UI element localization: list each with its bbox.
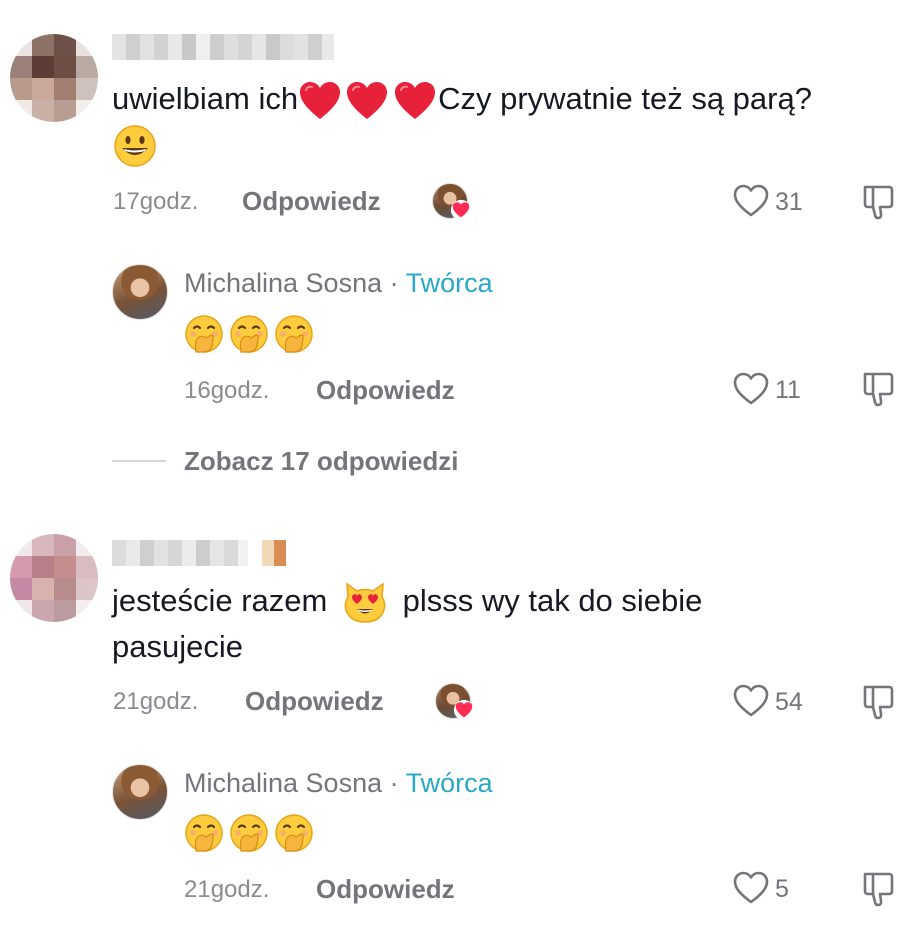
creator-tag: Twórca (405, 268, 493, 298)
reply-emoji-row (184, 813, 314, 858)
like-heart-icon[interactable] (733, 871, 769, 905)
separator-dot: · (389, 268, 399, 298)
comment-text-part: uwielbiam ich (112, 81, 299, 116)
reply-button[interactable]: Odpowiedz (316, 375, 455, 406)
heart-emoji (395, 81, 436, 119)
like-count: 11 (775, 376, 801, 404)
like-heart-icon[interactable] (733, 184, 769, 218)
creator-liked-badge-icon (453, 699, 475, 721)
hand-over-mouth-emoji (230, 315, 268, 353)
commenter-username-blurred[interactable] (112, 34, 344, 60)
heart-eyes-cat-emoji (344, 582, 386, 623)
hand-over-mouth-emoji (185, 315, 223, 353)
like-heart-icon[interactable] (733, 372, 769, 406)
dislike-icon[interactable] (860, 870, 896, 908)
creator-liked-badge (432, 183, 474, 223)
reply-button[interactable]: Odpowiedz (245, 686, 384, 717)
creator-name[interactable]: Michalina Sosna (184, 768, 382, 798)
commenter-username-blurred[interactable] (112, 540, 290, 566)
creator-name[interactable]: Michalina Sosna (184, 268, 382, 298)
creator-avatar[interactable] (112, 764, 168, 820)
comment-time: 21godz. (113, 688, 199, 715)
commenter-avatar[interactable] (10, 534, 98, 622)
like-count: 54 (775, 688, 803, 716)
comment-text-part: Czy prywatnie też są parą? (438, 81, 812, 116)
like-count: 31 (775, 188, 803, 216)
reply-time: 21godz. (184, 876, 270, 903)
commenter-avatar[interactable] (10, 34, 98, 122)
comment-time: 17godz. (113, 188, 199, 215)
creator-tag: Twórca (405, 768, 493, 798)
creator-liked-badge (435, 683, 477, 723)
creator-avatar[interactable] (112, 264, 168, 320)
reply-button[interactable]: Odpowiedz (316, 874, 455, 905)
reply-button[interactable]: Odpowiedz (242, 186, 381, 217)
hand-over-mouth-emoji (275, 814, 313, 852)
heart-emoji (347, 81, 388, 119)
comment-text: jesteście razem plsss wy tak do siebie (112, 578, 702, 625)
dislike-icon[interactable] (860, 183, 896, 221)
grinning-face-emoji (114, 125, 156, 167)
hand-over-mouth-emoji (185, 814, 223, 852)
like-heart-icon[interactable] (733, 684, 769, 718)
creator-liked-badge-icon (450, 199, 472, 221)
dislike-icon[interactable] (860, 370, 896, 408)
comment-text-line2: pasujecie (112, 629, 243, 664)
reply-time: 16godz. (184, 377, 270, 404)
reply-emoji-row (184, 314, 314, 359)
like-count: 5 (775, 875, 789, 903)
creator-name-row: Michalina Sosna · Twórca (184, 268, 493, 299)
heart-emoji (300, 81, 341, 119)
view-replies-button[interactable]: Zobacz 17 odpowiedzi (184, 446, 458, 477)
hand-over-mouth-emoji (230, 814, 268, 852)
replies-divider (112, 460, 166, 462)
comment-text-part: jesteście razem (112, 583, 328, 618)
comment-text: uwielbiam ich Czy prywatnie też są parą? (112, 76, 812, 122)
creator-name-row: Michalina Sosna · Twórca (184, 768, 493, 799)
dislike-icon[interactable] (860, 683, 896, 721)
comment-text-part: plsss wy tak do siebie (402, 583, 703, 618)
hand-over-mouth-emoji (275, 315, 313, 353)
separator-dot: · (389, 768, 399, 798)
